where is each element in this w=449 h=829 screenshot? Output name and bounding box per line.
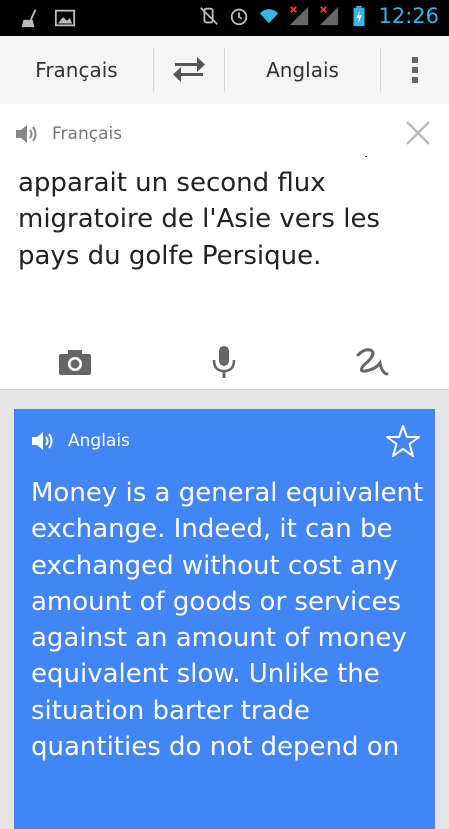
mute-icon [200,7,219,25]
translation-card[interactable]: Anglais Money is a general equivalent ex… [14,409,435,829]
alarm-icon [231,8,248,26]
target-language-button[interactable]: Anglais [225,36,380,104]
swap-languages-button[interactable] [154,36,224,104]
language-toolbar: Français Anglais [0,36,449,105]
overflow-menu-icon [412,57,418,83]
signal-icon [290,6,309,26]
camera-button[interactable] [45,336,105,388]
image-icon [54,9,76,27]
handwriting-button[interactable] [342,336,402,388]
battery-charging-icon [353,5,365,27]
output-language-label: Anglais [68,431,130,451]
star-icon[interactable] [385,423,421,459]
clock: 12:26 [378,4,439,28]
speaker-icon[interactable] [14,122,40,146]
input-text: occidentale. Parallèlement, il apparait … [18,156,394,271]
signal-icon [320,6,339,26]
microphone-icon [212,346,236,378]
camera-icon [59,350,91,375]
input-text-area[interactable]: occidentale. Parallèlement, il apparait … [18,156,438,326]
overflow-menu-button[interactable] [381,36,449,104]
status-bar: 12:26 [0,0,449,36]
input-actions [0,336,449,388]
speaker-icon[interactable] [30,429,56,453]
microphone-button[interactable] [194,336,254,388]
input-card: Français occidentale. Parallèlement, il … [0,104,449,390]
handwriting-icon [356,348,389,376]
target-language-label: Anglais [266,58,339,82]
translation-text: Money is a general equivalent exchange. … [31,478,424,763]
swap-arrows-icon [173,57,205,82]
close-icon[interactable] [403,118,433,148]
broom-icon [21,9,37,28]
source-language-label: Français [35,58,118,82]
input-language-label: Français [52,124,123,144]
wifi-icon [260,9,279,24]
source-language-button[interactable]: Français [0,36,153,104]
